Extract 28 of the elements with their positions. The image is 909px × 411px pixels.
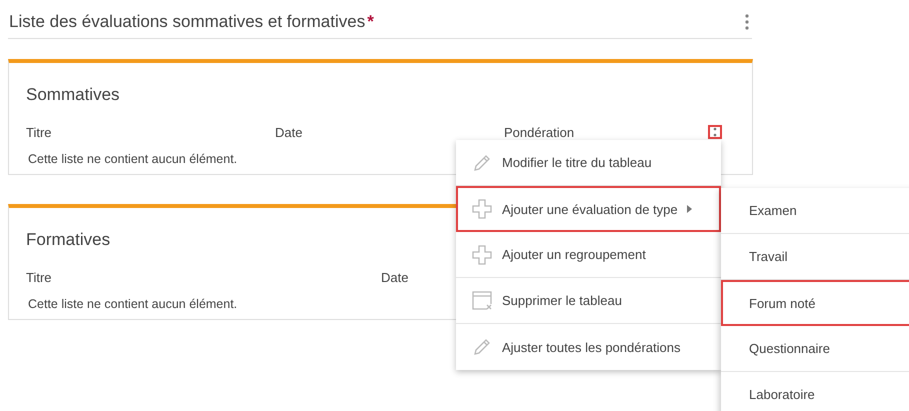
- column-header: Titre: [26, 124, 53, 140]
- pencil-icon: [472, 152, 492, 172]
- more-button[interactable]: [708, 125, 722, 139]
- submenu-item[interactable]: Forum noté: [721, 280, 909, 326]
- menu-item[interactable]: Supprimer le tableau: [456, 278, 721, 324]
- more-icon: [713, 127, 717, 137]
- submenu-item[interactable]: Questionnaire: [721, 326, 909, 372]
- column-header: Date: [381, 270, 410, 284]
- submenu-item[interactable]: Travail: [721, 234, 909, 280]
- submenu-item[interactable]: Laboratoire: [721, 372, 909, 411]
- required-asterisk: *: [367, 12, 374, 31]
- column-header: Date: [275, 124, 304, 140]
- page-title: Liste des évaluations sommatives et formatives*: [8, 12, 374, 32]
- column-header: Pondération: [504, 124, 576, 140]
- more-icon[interactable]: [745, 14, 749, 30]
- plus-icon: [472, 244, 492, 264]
- menu-item[interactable]: Ajuster toutes les pondérations: [456, 324, 721, 370]
- section-title: Formatives: [26, 230, 112, 250]
- column-header: Titre: [26, 270, 53, 284]
- submenu-item[interactable]: Examen: [721, 188, 909, 234]
- plus-icon: [472, 199, 492, 219]
- menu-item[interactable]: Modifier le titre du tableau: [456, 140, 721, 186]
- section-title: Sommatives: [26, 85, 121, 105]
- table-delete-icon: [472, 290, 492, 310]
- menu-item[interactable]: Ajouter une évaluation de type: [456, 186, 721, 232]
- empty-message: Cette liste ne contient aucun élément.: [27, 152, 238, 166]
- empty-message: Cette liste ne contient aucun élément.: [27, 297, 238, 311]
- pencil-icon: [472, 337, 492, 357]
